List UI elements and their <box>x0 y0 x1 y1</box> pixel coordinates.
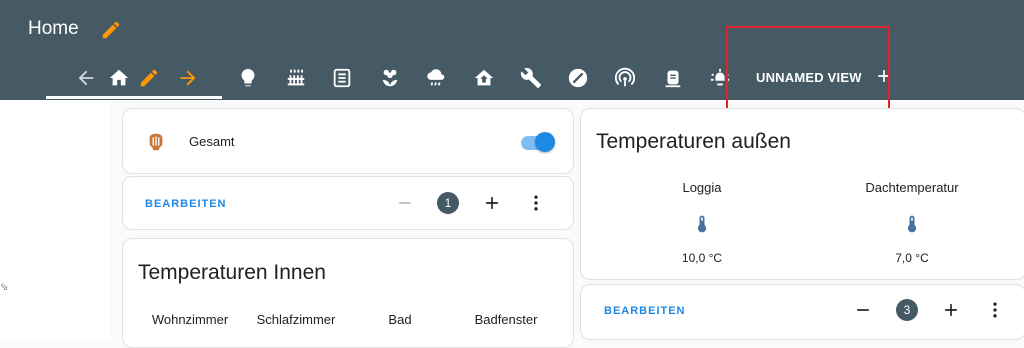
card-title: Temperaturen außen <box>596 130 791 153</box>
position-badge: 3 <box>896 299 918 321</box>
signal-icon[interactable] <box>613 66 637 90</box>
sensor-value: 7,0 °C <box>895 251 929 265</box>
lightbulb-icon[interactable] <box>236 66 260 90</box>
page-title: Home <box>28 18 79 39</box>
radiator-icon[interactable] <box>284 66 308 90</box>
position-badge: 1 <box>437 192 459 214</box>
edit-bar-right: BEARBEITEN 3 <box>580 284 1024 340</box>
arrow-right-icon[interactable] <box>176 66 200 90</box>
edit-button[interactable]: BEARBEITEN <box>145 198 227 210</box>
active-tab-indicator <box>46 96 222 99</box>
outdoor-temperature-card: Temperaturen außen Loggia 10,0 °C Dachte… <box>580 108 1024 280</box>
highlight-annotation-box <box>726 26 890 118</box>
cursor-glyph: ⬂ <box>0 282 9 293</box>
minus-icon[interactable] <box>851 298 875 322</box>
sensor-value: 10,0 °C <box>681 251 723 265</box>
more-vertical-icon[interactable] <box>524 191 548 215</box>
plus-icon[interactable] <box>480 191 504 215</box>
indoor-temperature-card: Temperaturen Innen Wohnzimmer Schlafzimm… <box>122 238 574 348</box>
edit-dashboard-icon[interactable] <box>100 19 122 41</box>
plus-icon[interactable] <box>939 298 963 322</box>
weather-cloud-rain-icon[interactable] <box>424 66 448 90</box>
pencil-icon[interactable] <box>137 66 161 90</box>
edit-bar-left: BEARBEITEN 1 <box>122 176 574 230</box>
gesamt-entity-card: Gesamt <box>122 108 574 174</box>
sensor-label[interactable]: Loggia <box>635 180 769 195</box>
thermometer-icon <box>902 213 922 235</box>
minus-icon[interactable] <box>393 191 417 215</box>
sensor-label[interactable]: Dachtemperatur <box>845 180 979 195</box>
heat-pump-icon[interactable] <box>330 66 354 90</box>
card-title: Temperaturen Innen <box>138 261 326 284</box>
more-vertical-icon[interactable] <box>983 298 1007 322</box>
flower-icon[interactable] <box>378 66 402 90</box>
gauge-icon[interactable] <box>566 66 590 90</box>
home-icon[interactable] <box>107 66 131 90</box>
left-background-strip <box>0 100 110 340</box>
wrench-icon[interactable] <box>519 66 543 90</box>
sensor-label[interactable]: Badfenster <box>439 312 573 327</box>
home-heat-icon[interactable] <box>472 66 496 90</box>
heating-icon <box>145 131 167 153</box>
gesamt-label: Gesamt <box>189 134 235 149</box>
thermometer-icon <box>692 213 712 235</box>
gesamt-toggle-knob[interactable] <box>535 132 555 152</box>
battery-icon[interactable] <box>661 66 685 90</box>
edit-button[interactable]: BEARBEITEN <box>604 305 686 317</box>
arrow-left-icon[interactable] <box>74 66 98 90</box>
